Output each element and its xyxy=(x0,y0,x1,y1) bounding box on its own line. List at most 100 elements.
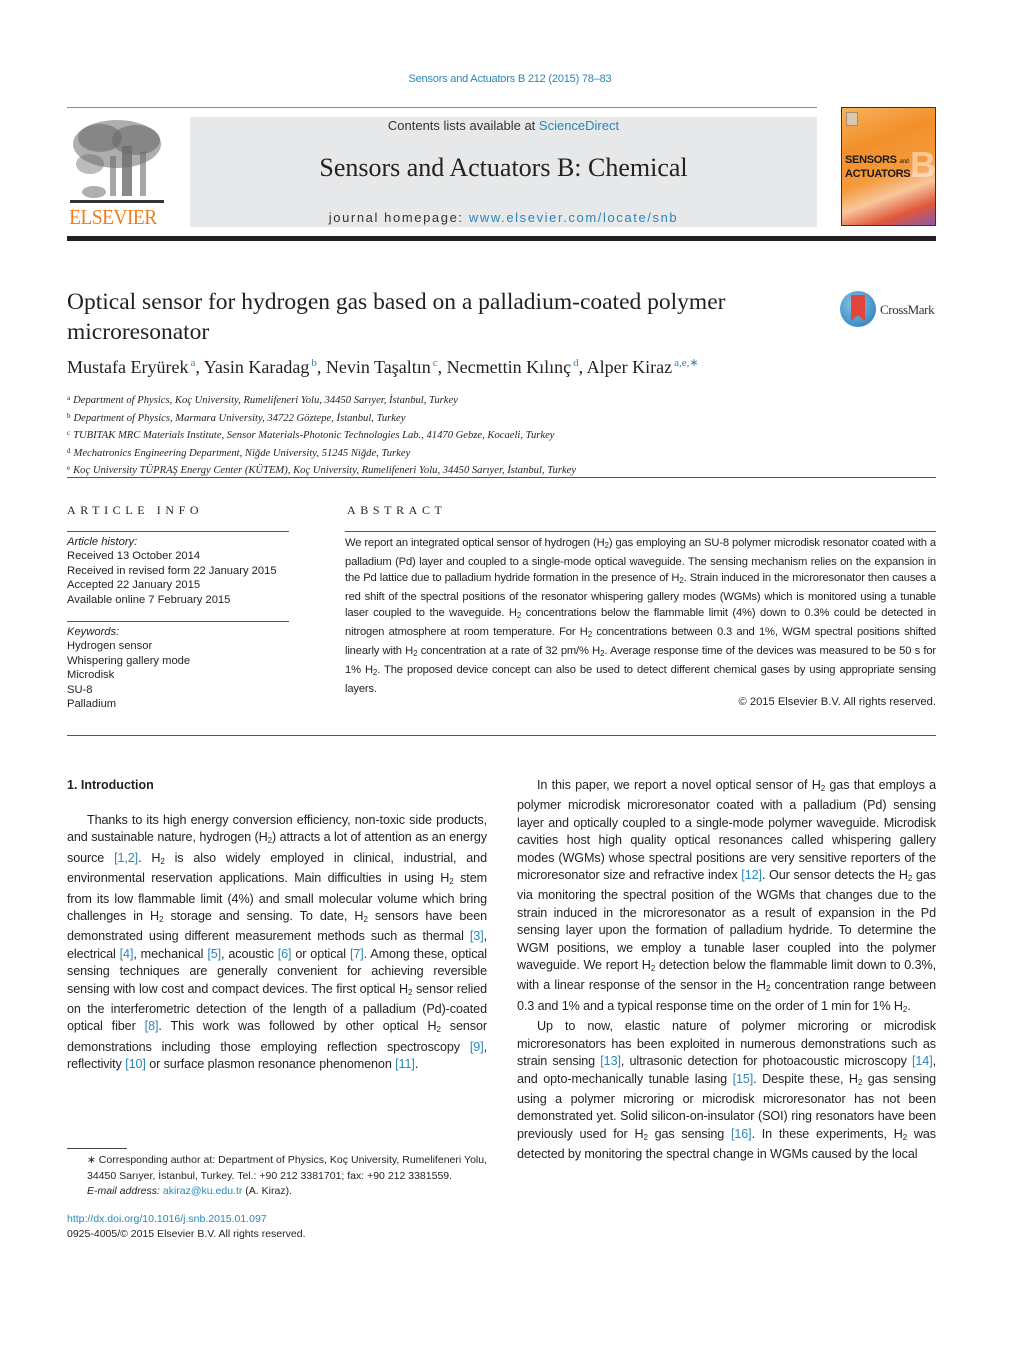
affiliation-key: e xyxy=(67,464,71,473)
author-affiliation-marker[interactable]: a,e,∗ xyxy=(674,357,698,369)
citation-link[interactable]: [7] xyxy=(350,947,364,961)
subscript: 2 xyxy=(902,1132,908,1142)
citation-link[interactable]: [8] xyxy=(145,1019,159,1033)
subscript: 2 xyxy=(363,915,368,925)
author-affiliation-marker[interactable]: d xyxy=(573,357,579,369)
affiliation-text: TUBITAK MRC Materials Institute, Sensor … xyxy=(73,430,555,442)
subscript: 2 xyxy=(679,576,684,585)
cover-title: SENSORS and ACTUATORS xyxy=(845,154,911,180)
history-item: Received in revised form 22 January 2015 xyxy=(67,564,277,577)
issn-copyright: 0925-4005/© 2015 Elsevier B.V. All right… xyxy=(67,1228,306,1240)
subscript: 2 xyxy=(160,856,165,866)
subscript: 2 xyxy=(902,1004,908,1014)
abstract-heading: ABSTRACT xyxy=(347,503,447,517)
subscript: 2 xyxy=(407,987,413,997)
author-name[interactable]: Necmettin Kılınç xyxy=(447,357,571,377)
history-item: Available online 7 February 2015 xyxy=(67,593,231,606)
author-name[interactable]: Yasin Karadag xyxy=(204,357,310,377)
corresponding-author-text: ∗ Corresponding author at: Department of… xyxy=(87,1154,487,1182)
article-title: Optical sensor for hydrogen gas based on… xyxy=(67,289,726,345)
subscript: 2 xyxy=(159,915,164,925)
body-paragraph: Thanks to its high energy conversion eff… xyxy=(67,813,488,1072)
citation-link[interactable]: [16] xyxy=(731,1127,752,1141)
author-affiliation-marker[interactable]: a xyxy=(190,357,195,369)
author-affiliation-marker[interactable]: b xyxy=(311,357,317,369)
homepage-link[interactable]: www.elsevier.com/locate/snb xyxy=(469,210,678,225)
corresponding-author-footnote: ∗ Corresponding author at: Department of… xyxy=(67,1153,487,1200)
author-name[interactable]: Alper Kiraz xyxy=(587,357,672,377)
citation-link[interactable]: [12] xyxy=(741,868,762,882)
author-name[interactable]: Mustafa Eryürek xyxy=(67,357,188,377)
subscript: 2 xyxy=(436,1025,441,1035)
journal-cover-image[interactable]: B SENSORS and ACTUATORS xyxy=(841,107,936,226)
header-divider xyxy=(67,107,817,108)
affiliations-divider xyxy=(67,477,936,478)
email-line: E-mail address: akiraz@ku.edu.tr (A. Kir… xyxy=(67,1184,487,1200)
affiliation-list: a Department of Physics, Koç University, … xyxy=(67,391,947,479)
doi-link[interactable]: http://dx.doi.org/10.1016/j.snb.2015.01.… xyxy=(67,1213,267,1225)
abstract-copyright: © 2015 Elsevier B.V. All rights reserved… xyxy=(738,696,937,708)
citation-link[interactable]: [1,2] xyxy=(114,851,138,865)
header-thick-divider xyxy=(67,236,936,241)
cover-and: and xyxy=(899,159,909,165)
subscript: 2 xyxy=(267,836,272,846)
cover-letter: B xyxy=(910,144,936,185)
homepage-prefix: journal homepage: xyxy=(328,210,469,225)
subscript: 2 xyxy=(857,1077,863,1087)
citation-link[interactable]: [14] xyxy=(912,1054,933,1068)
keywords-block: Keywords: Hydrogen sensor Whispering gal… xyxy=(67,625,297,711)
email-link[interactable]: akiraz@ku.edu.tr xyxy=(163,1185,243,1197)
affiliation-text: Mechatronics Engineering Department, Niğ… xyxy=(73,447,411,459)
affiliation-key: c xyxy=(67,429,71,438)
citation-link[interactable]: [6] xyxy=(278,947,292,961)
affiliation-key: d xyxy=(67,446,71,455)
contents-line: Contents lists available at ScienceDirec… xyxy=(190,118,817,133)
affiliation-item: a Department of Physics, Koç University, … xyxy=(67,391,947,409)
footnote-divider xyxy=(67,1148,127,1149)
citation-link[interactable]: [4] xyxy=(120,947,134,961)
subscript: 2 xyxy=(449,877,454,887)
subscript: 2 xyxy=(765,984,771,994)
subscript: 2 xyxy=(600,649,605,658)
cover-elsevier-badge-icon xyxy=(846,112,858,126)
journal-banner: Contents lists available at ScienceDirec… xyxy=(190,117,817,227)
history-item: Received 13 October 2014 xyxy=(67,550,201,563)
keywords-label: Keywords: xyxy=(67,626,120,638)
contents-prefix: Contents lists available at xyxy=(387,118,539,133)
abstract-bottom-divider xyxy=(67,735,936,736)
citation-link[interactable]: [11] xyxy=(395,1057,415,1071)
email-suffix: (A. Kiraz). xyxy=(242,1185,292,1197)
cover-line2: ACTUATORS xyxy=(845,168,911,180)
body-right-column: In this paper, we report a novel optical… xyxy=(517,777,936,1164)
author-name[interactable]: Nevin Taşaltın xyxy=(326,357,431,377)
elsevier-tree-icon xyxy=(70,120,164,203)
citation-link[interactable]: [9] xyxy=(470,1040,484,1054)
elsevier-logo[interactable]: ELSEVIER xyxy=(66,116,168,229)
subscript: 2 xyxy=(516,611,522,620)
keyword-item: Palladium xyxy=(67,698,117,711)
citation-link[interactable]: [15] xyxy=(733,1072,754,1086)
article-info-divider xyxy=(67,531,289,532)
affiliation-item: d Mechatronics Engineering Department, Ni… xyxy=(67,444,947,462)
subscript: 2 xyxy=(820,784,826,793)
journal-name: Sensors and Actuators B: Chemical xyxy=(319,153,688,182)
affiliation-item: c TUBITAK MRC Materials Institute, Sensor… xyxy=(67,426,947,444)
citation-link[interactable]: [3] xyxy=(470,929,484,943)
citation-link[interactable]: [5] xyxy=(207,947,221,961)
author-affiliation-marker[interactable]: c xyxy=(433,357,438,369)
sciencedirect-link[interactable]: ScienceDirect xyxy=(539,118,619,133)
subscript: 2 xyxy=(907,874,913,884)
citation-link[interactable]: [13] xyxy=(600,1054,621,1068)
body-paragraph: In this paper, we report a novel optical… xyxy=(517,778,937,1014)
history-item: Accepted 22 January 2015 xyxy=(67,579,201,592)
citation-link[interactable]: [10] xyxy=(125,1057,146,1071)
journal-citation-link[interactable]: Sensors and Actuators B 212 (2015) 78–83 xyxy=(0,73,1020,85)
crossmark-button[interactable]: CrossMark xyxy=(840,291,940,329)
affiliation-key: b xyxy=(67,411,71,420)
subscript: 2 xyxy=(643,1132,648,1142)
subscript: 2 xyxy=(587,630,593,639)
section-heading-introduction: 1. Introduction xyxy=(67,778,154,792)
email-label: E-mail address: xyxy=(87,1185,163,1197)
keyword-item: Hydrogen sensor xyxy=(67,640,153,653)
article-history: Article history: Received 13 October 201… xyxy=(67,535,297,607)
